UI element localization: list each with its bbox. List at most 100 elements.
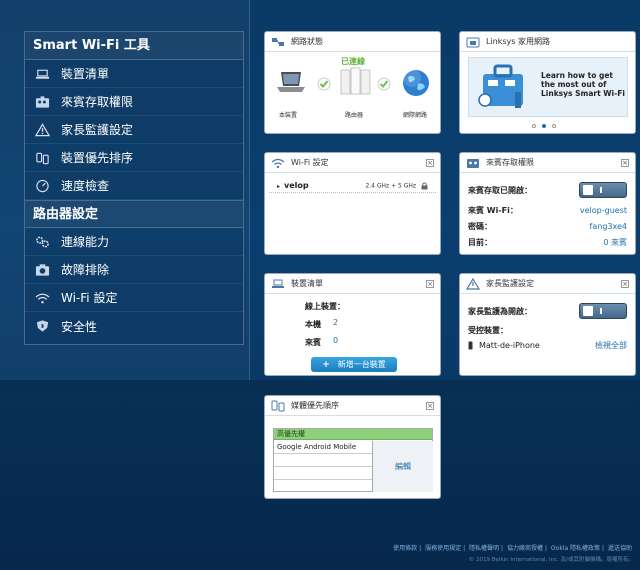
- priority-table: 高優先權 Google Android Mobile 編輯: [273, 428, 433, 492]
- sidebar-item-label: 裝置清單: [61, 67, 110, 81]
- footer-link[interactable]: 協力廠商授權: [507, 545, 543, 552]
- close-icon[interactable]: ×: [426, 279, 434, 288]
- add-device-button[interactable]: + 新增一台裝置: [311, 357, 397, 372]
- guest-wifi-value[interactable]: velop-guest: [580, 206, 627, 215]
- warning-icon: [465, 277, 481, 290]
- sidebar-item-speed-check[interactable]: 速度檢查: [25, 172, 243, 200]
- device-label: 本裝置: [279, 112, 298, 119]
- sidebar-item-wifi-settings[interactable]: Wi-Fi 設定: [25, 284, 243, 312]
- close-icon[interactable]: ×: [426, 158, 434, 167]
- restricted-devices-label: 受控裝置：: [468, 325, 508, 335]
- internet-label: 網際網路: [403, 112, 428, 119]
- widget-title: Linksys 家用網路: [486, 37, 550, 46]
- router-icon: [340, 67, 371, 95]
- carousel-dot[interactable]: [532, 124, 536, 128]
- view-all-link[interactable]: 檢視全部: [595, 340, 627, 351]
- guest-icon: [33, 95, 51, 109]
- sidebar-item-label: 連線能力: [61, 235, 110, 249]
- add-device-label: 新增一台裝置: [337, 360, 386, 369]
- guest-enabled-label: 來賓存取已開啟：: [468, 185, 532, 195]
- priority-empty-row: [274, 467, 372, 480]
- sidebar-item-troubleshooting[interactable]: 故障排除: [25, 256, 243, 284]
- guest-current-label: 目前：: [468, 237, 492, 247]
- linksys-home-widget[interactable]: Linksys 家用網路 Learn how to get the most o…: [459, 31, 636, 134]
- guest-password-value[interactable]: fang3xe4: [590, 222, 627, 231]
- network-status-widget[interactable]: 網路狀態 已連線 本裝置 路由器 網際網路: [264, 31, 441, 134]
- widget-title: 家長監護設定: [486, 279, 534, 288]
- footer-links: 使用條款 | 服務使用規定 | 隱私權聲明 | 協力廠商授權 | Ookla 隱私權政策…: [393, 545, 632, 552]
- carousel-dot-active[interactable]: [542, 124, 546, 128]
- sidebar-item-device-list[interactable]: 裝置清單: [25, 60, 243, 88]
- copyright: © 2019 Belkin International, Inc. 及/或其附屬…: [468, 557, 634, 563]
- guest-access-widget[interactable]: 來賓存取權限 × 來賓存取已開啟： 來賓 Wi-Fi： velop-guest …: [459, 152, 636, 255]
- laptop-icon: [33, 67, 51, 81]
- widget-header: 裝置清單 ×: [265, 274, 440, 294]
- promo-text: Learn how to get the most out of Linksys…: [541, 71, 625, 98]
- sidebar-item-label: 來賓存取權限: [61, 95, 134, 109]
- guest-device-label: 來賓: [305, 338, 321, 347]
- sidebar-item-guest-access[interactable]: 來賓存取權限: [25, 88, 243, 116]
- router-label: 路由器: [345, 112, 364, 119]
- sidebar-item-parental-controls[interactable]: 家長監護設定: [25, 116, 243, 144]
- edit-link[interactable]: 編輯: [395, 461, 411, 472]
- footer-link[interactable]: 服務使用規定: [425, 545, 461, 552]
- widget-header: 來賓存取權限 ×: [460, 153, 635, 173]
- guest-wifi-label: 來賓 Wi-Fi：: [468, 205, 518, 215]
- wifi-ssid: velop: [284, 181, 309, 190]
- footer-link[interactable]: 隱私權聲明: [469, 545, 499, 552]
- footer-link[interactable]: 遞送協助: [608, 545, 632, 552]
- warning-icon: [33, 122, 51, 137]
- check-icon: [317, 77, 331, 91]
- sidebar-item-label: Wi-Fi 設定: [61, 291, 118, 305]
- carousel-dots[interactable]: [532, 124, 556, 128]
- sidebar-item-label: 故障排除: [61, 263, 110, 277]
- online-devices-label: 線上裝置：: [305, 302, 345, 311]
- tools-section-title: Smart Wi-Fi 工具: [25, 32, 243, 60]
- close-icon[interactable]: ×: [621, 158, 629, 167]
- sidebar-item-label: 速度檢查: [61, 179, 110, 193]
- promo-banner[interactable]: Learn how to get the most out of Linksys…: [468, 57, 628, 117]
- parental-enabled-label: 家長監護為開啟：: [468, 306, 532, 316]
- widget-header: 媒體優先順序 ×: [265, 396, 440, 416]
- footer-link[interactable]: 使用條款: [393, 545, 417, 552]
- close-icon[interactable]: ×: [426, 401, 434, 410]
- device-list-widget[interactable]: 裝置清單 × 線上裝置： 本機 2 來賓 0 + 新增一台裝置: [264, 273, 441, 376]
- wifi-icon: [271, 157, 285, 169]
- widget-title: Wi-Fi 設定: [291, 158, 329, 167]
- widget-header: Linksys 家用網路: [460, 32, 635, 52]
- this-device-count[interactable]: 2: [333, 318, 338, 327]
- widget-header: Wi-Fi 設定 ×: [265, 153, 440, 173]
- priority-icon: [33, 151, 51, 165]
- sidebar-item-device-priority[interactable]: 裝置優先排序: [25, 144, 243, 172]
- widget-header: 網路狀態: [265, 32, 440, 52]
- close-icon[interactable]: ×: [621, 279, 629, 288]
- phone-icon: [468, 341, 473, 349]
- media-priority-widget[interactable]: 媒體優先順序 × 高優先權 Google Android Mobile 編輯: [264, 395, 441, 499]
- toolbox-illustration-icon: [478, 64, 523, 108]
- footer-link[interactable]: Ookla 隱私權政策: [551, 545, 600, 552]
- wifi-network-row[interactable]: ▸ velop 2.4 GHz + 5 GHz: [269, 179, 436, 193]
- priority-icon: [271, 400, 285, 412]
- sidebar-item-security[interactable]: 安全性: [25, 312, 243, 340]
- guest-access-toggle[interactable]: [579, 182, 627, 198]
- plus-icon: +: [322, 359, 330, 370]
- sidebar-item-label: 安全性: [61, 319, 98, 334]
- network-icon: [271, 36, 285, 48]
- high-priority-header: 高優先權: [274, 429, 432, 440]
- guest-icon: [466, 157, 480, 169]
- sidebar-item-connectivity[interactable]: 連線能力: [25, 228, 243, 256]
- guest-device-count[interactable]: 0: [333, 336, 338, 345]
- gears-icon: [33, 235, 51, 249]
- restricted-device-name: Matt-de-iPhone: [479, 340, 540, 350]
- guest-current-value[interactable]: 0 來賓: [603, 237, 627, 248]
- guest-password-label: 密碼：: [468, 221, 492, 231]
- expand-arrow-icon[interactable]: ▸: [277, 183, 280, 190]
- widget-title: 網路狀態: [291, 37, 323, 46]
- wifi-settings-widget[interactable]: Wi-Fi 設定 × ▸ velop 2.4 GHz + 5 GHz: [264, 152, 441, 255]
- parental-controls-widget[interactable]: 家長監護設定 × 家長監護為開啟： 受控裝置： Matt-de-iPhone 檢…: [459, 273, 636, 376]
- check-icon: [377, 77, 391, 91]
- laptop-icon: [271, 278, 285, 290]
- parental-controls-toggle[interactable]: [579, 303, 627, 319]
- carousel-dot[interactable]: [552, 124, 556, 128]
- priority-device-row[interactable]: Google Android Mobile: [274, 441, 372, 454]
